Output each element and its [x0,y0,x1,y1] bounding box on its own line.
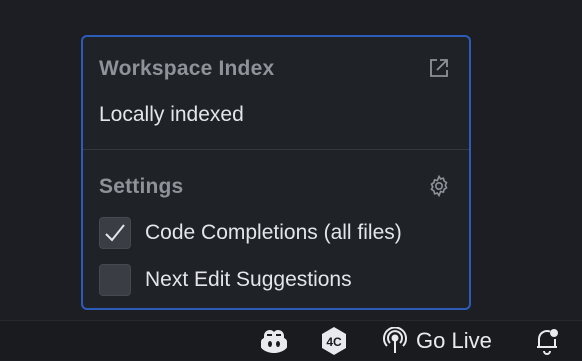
code-completions-label: Code Completions (all files) [145,221,402,244]
copilot-status-popup: Workspace Index Locally indexed Settings… [81,35,471,310]
code-completions-checkbox[interactable] [99,217,131,249]
status-bar: 4C Go Live [0,320,582,360]
bell-icon [537,329,558,355]
extension-badge-button[interactable]: 4C [318,321,350,361]
settings-title: Settings [99,175,184,198]
workspace-index-title: Workspace Index [99,57,275,80]
external-link-icon[interactable] [426,55,452,81]
copilot-status-button[interactable] [258,321,290,361]
go-live-button[interactable]: Go Live [382,321,492,361]
broadcast-icon [383,327,407,353]
copilot-icon [261,330,287,353]
next-edit-suggestions-label: Next Edit Suggestions [145,268,352,291]
notifications-button[interactable] [534,321,560,361]
extension-badge-icon: 4C [322,327,346,355]
next-edit-suggestions-option[interactable]: Next Edit Suggestions [99,263,352,297]
section-divider [83,149,469,150]
go-live-label: Go Live [416,328,492,353]
svg-text:4C: 4C [326,335,342,349]
code-completions-option[interactable]: Code Completions (all files) [99,216,402,250]
checkmark-icon [105,224,125,242]
gear-icon[interactable] [426,173,452,199]
next-edit-suggestions-checkbox[interactable] [99,264,131,296]
workspace-index-status: Locally indexed [99,103,244,126]
